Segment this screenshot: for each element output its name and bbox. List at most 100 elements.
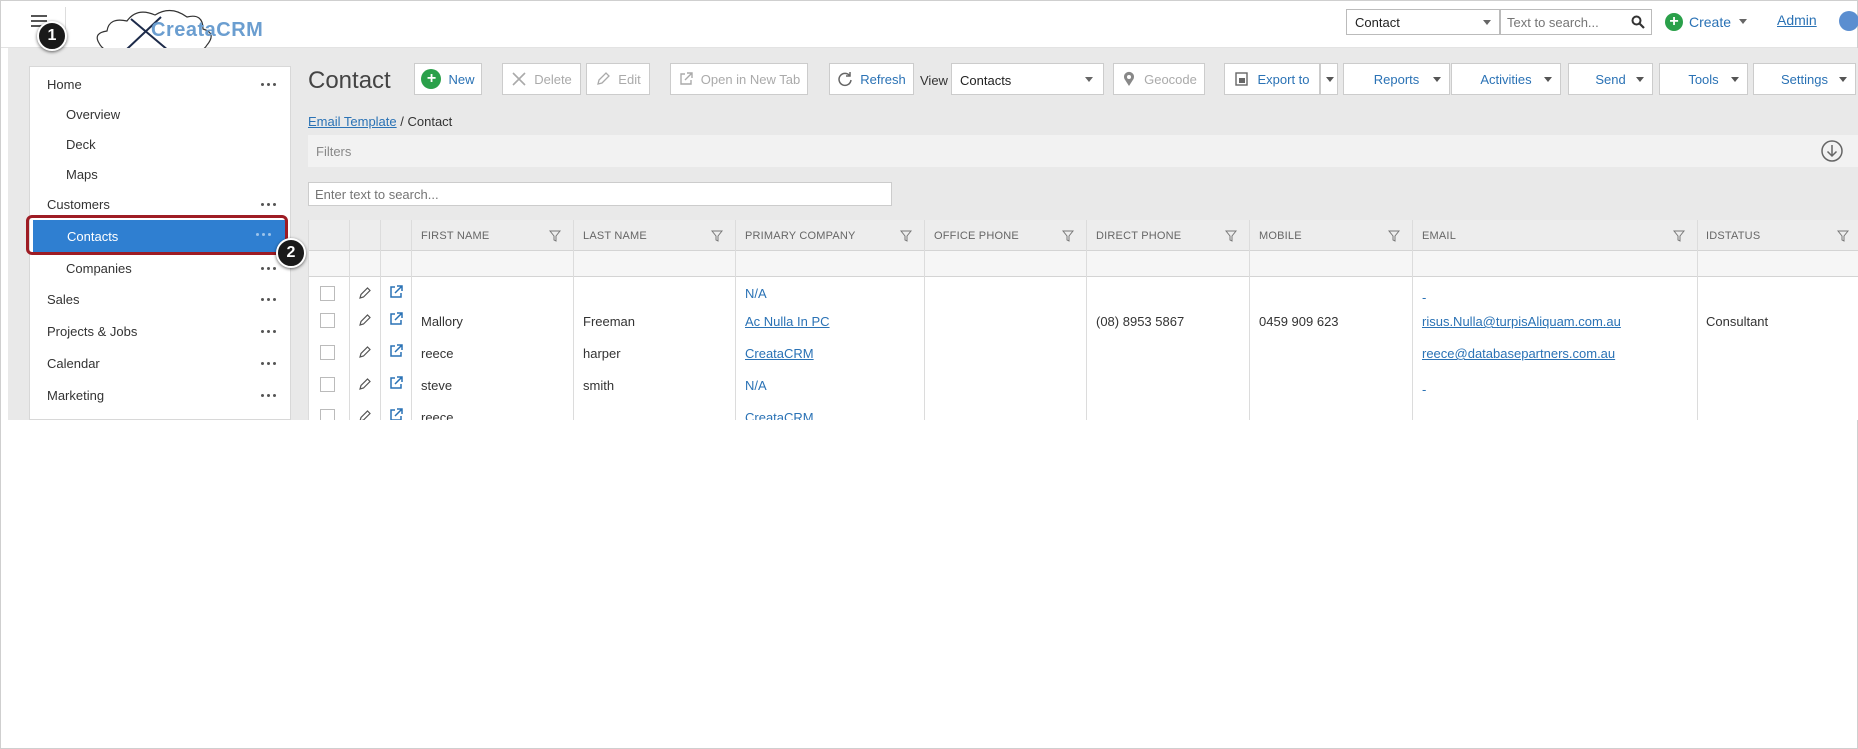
plus-icon: + xyxy=(421,69,442,89)
cell-email[interactable]: reece@databasepartners.com.au xyxy=(1422,346,1615,361)
cell-idstatus: Consultant xyxy=(1706,314,1769,329)
geocode-button[interactable]: Geocode xyxy=(1113,63,1205,95)
filter-icon[interactable] xyxy=(1837,230,1849,242)
grid-header xyxy=(308,220,1858,251)
column-header-office-phone[interactable]: OFFICE PHONE xyxy=(934,230,1019,242)
cell-primary-company[interactable]: Ac Nulla In PC xyxy=(745,314,830,329)
column-header-last-name[interactable]: LAST NAME xyxy=(583,230,647,242)
edit-button[interactable]: Edit xyxy=(586,63,650,95)
table-row[interactable]: reece harper CreataCRM reece@databasepar… xyxy=(308,342,1858,374)
activities-button[interactable]: Activities xyxy=(1451,63,1561,95)
sidebar-item-maps[interactable]: Maps xyxy=(30,160,290,188)
column-header-email[interactable]: EMAIL xyxy=(1422,230,1456,242)
filter-icon[interactable] xyxy=(900,230,912,242)
column-header-primary-company[interactable]: PRIMARY COMPANY xyxy=(745,230,856,242)
row-checkbox[interactable] xyxy=(320,377,335,392)
row-checkbox[interactable] xyxy=(320,313,335,328)
filter-icon[interactable] xyxy=(711,230,723,242)
more-icon[interactable] xyxy=(261,394,276,397)
sidebar-item-sales[interactable]: Sales xyxy=(30,285,290,313)
cell-email[interactable]: - xyxy=(1422,290,1426,305)
refresh-button[interactable]: Refresh xyxy=(829,63,914,95)
more-icon[interactable] xyxy=(261,330,276,333)
row-checkbox[interactable] xyxy=(320,286,335,301)
table-row[interactable]: N/A - xyxy=(308,278,1858,310)
filter-icon[interactable] xyxy=(1388,230,1400,242)
delete-button[interactable]: Delete xyxy=(502,63,581,95)
settings-button[interactable]: Settings xyxy=(1753,63,1856,95)
open-new-tab-button[interactable]: Open in New Tab xyxy=(670,63,808,95)
open-row-icon[interactable] xyxy=(389,376,403,390)
admin-link[interactable]: Admin xyxy=(1777,12,1817,28)
open-row-icon[interactable] xyxy=(389,408,403,420)
row-checkbox[interactable] xyxy=(320,345,335,360)
new-button[interactable]: + New xyxy=(414,63,482,95)
sidebar-item-customers[interactable]: Customers xyxy=(30,190,290,218)
cell-email[interactable]: - xyxy=(1422,382,1426,397)
edit-row-icon[interactable] xyxy=(358,345,372,359)
edit-row-icon[interactable] xyxy=(358,409,372,420)
table-row[interactable]: steve smith N/A - xyxy=(308,374,1858,406)
open-row-icon[interactable] xyxy=(389,344,403,358)
sidebar-item-calendar[interactable]: Calendar xyxy=(30,349,290,377)
row-checkbox[interactable] xyxy=(320,409,335,420)
open-row-icon[interactable] xyxy=(389,312,403,326)
tools-button[interactable]: Tools xyxy=(1659,63,1748,95)
global-search[interactable] xyxy=(1500,9,1652,35)
sidebar-item-companies[interactable]: Companies xyxy=(30,254,290,282)
entity-select[interactable]: Contact xyxy=(1346,9,1500,35)
grid-filter-row[interactable] xyxy=(308,251,1858,277)
breadcrumb-link-email-template[interactable]: Email Template xyxy=(308,114,397,129)
sidebar-item-marketing[interactable]: Marketing xyxy=(30,381,290,409)
cell-primary-company[interactable]: N/A xyxy=(745,378,767,393)
more-icon[interactable] xyxy=(261,267,276,270)
more-icon[interactable] xyxy=(261,83,276,86)
column-header-direct-phone[interactable]: DIRECT PHONE xyxy=(1096,230,1181,242)
x-icon xyxy=(512,72,526,86)
cell-primary-company[interactable]: CreataCRM xyxy=(745,410,814,420)
more-icon[interactable] xyxy=(261,203,276,206)
more-icon[interactable] xyxy=(256,233,271,236)
reports-button[interactable]: Reports xyxy=(1343,63,1450,95)
export-dropdown-button[interactable] xyxy=(1320,63,1338,95)
grid-search[interactable] xyxy=(308,182,892,206)
expand-down-icon[interactable] xyxy=(1820,139,1844,163)
sidebar-item-deck[interactable]: Deck xyxy=(30,130,290,158)
send-button[interactable]: Send xyxy=(1568,63,1653,95)
sidebar-item-overview[interactable]: Overview xyxy=(30,100,290,128)
create-button[interactable]: + Create xyxy=(1665,11,1731,33)
cell-email[interactable]: risus.Nulla@turpisAliquam.com.au xyxy=(1422,314,1621,329)
filters-bar[interactable]: Filters xyxy=(308,135,1858,167)
table-row[interactable]: Mallory Freeman Ac Nulla In PC (08) 8953… xyxy=(308,310,1858,342)
global-search-input[interactable] xyxy=(1501,10,1623,34)
more-icon[interactable] xyxy=(261,298,276,301)
column-header-first-name[interactable]: FIRST NAME xyxy=(421,230,489,242)
edit-row-icon[interactable] xyxy=(358,377,372,391)
column-header-mobile[interactable]: MOBILE xyxy=(1259,230,1302,242)
search-icon[interactable] xyxy=(1631,15,1645,29)
help-icon[interactable] xyxy=(1839,11,1858,31)
sidebar-item-home[interactable]: Home xyxy=(30,70,290,98)
cell-first-name: reece xyxy=(421,410,454,420)
export-button[interactable]: Export to xyxy=(1224,63,1320,95)
filter-icon[interactable] xyxy=(549,230,561,242)
sidebar-item-label: Overview xyxy=(66,107,121,122)
filter-icon[interactable] xyxy=(1225,230,1237,242)
open-row-icon[interactable] xyxy=(389,285,403,299)
grid-search-input[interactable] xyxy=(309,183,879,205)
cell-primary-company[interactable]: N/A xyxy=(745,286,767,301)
edit-row-icon[interactable] xyxy=(358,286,372,300)
sidebar-item-contacts[interactable]: Contacts xyxy=(33,220,287,252)
sidebar-item-projects-jobs[interactable]: Projects & Jobs xyxy=(30,317,290,345)
chevron-down-icon xyxy=(1544,77,1552,82)
cell-primary-company[interactable]: CreataCRM xyxy=(745,346,814,361)
table-row[interactable]: reece CreataCRM xyxy=(308,406,1858,420)
filter-icon[interactable] xyxy=(1673,230,1685,242)
create-dropdown-icon[interactable] xyxy=(1739,19,1747,24)
filter-icon[interactable] xyxy=(1062,230,1074,242)
edit-row-icon[interactable] xyxy=(358,313,372,327)
column-header-idstatus[interactable]: IDSTATUS xyxy=(1706,230,1760,242)
more-icon[interactable] xyxy=(261,362,276,365)
view-select[interactable]: Contacts xyxy=(951,63,1104,95)
chevron-down-icon xyxy=(1839,77,1847,82)
